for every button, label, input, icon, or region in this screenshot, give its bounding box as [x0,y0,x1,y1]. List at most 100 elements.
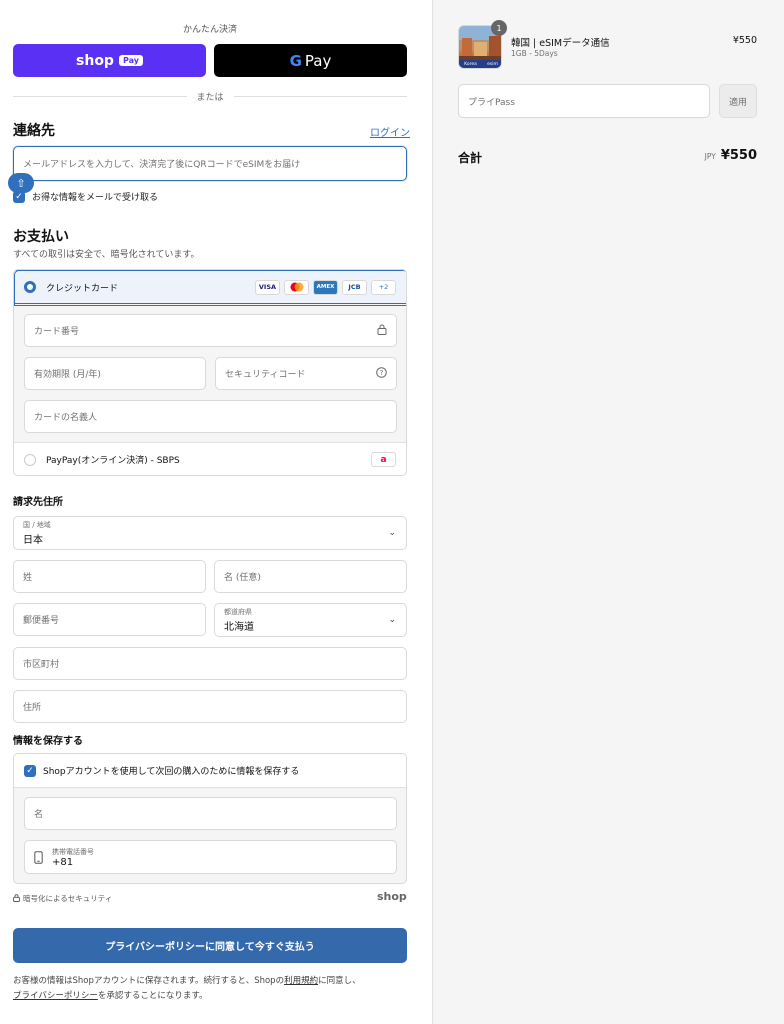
expiry-placeholder: 有効期限 (月/年) [34,370,101,380]
svg-text:?: ? [380,369,384,377]
terms-link[interactable]: 利用規約 [284,976,318,986]
legal-text-1: お客様の情報はShopアカウントに保存されます。続行すると、Shopの [13,976,285,986]
prefecture-value: 北海道 [224,622,254,633]
card-number-placeholder: カード番号 [34,327,80,337]
lock-icon [13,893,20,904]
amex-icon: AMEX [313,279,338,295]
phone-input[interactable]: 携帯電話番号 +81 [24,840,397,874]
credit-card-radio[interactable] [24,281,36,293]
privacy-policy-link[interactable]: プライバシーポリシー [13,991,98,1001]
last-name-input[interactable]: 姓 [13,560,206,593]
chevron-down-icon: ⌄ [388,528,396,538]
lock-icon [377,324,387,338]
payment-title: お支払い [13,229,69,245]
save-name-input[interactable]: 名 [24,797,397,830]
more-cards-badge: +2 [371,279,396,295]
save-name-placeholder: 名 [34,810,44,820]
postal-code-placeholder: 郵便番号 [23,616,60,626]
divider-label: または [196,92,224,103]
email-input[interactable]: メールアドレスを入力して、決済完了後にQRコードでeSIMをお届け [13,146,407,181]
phone-field-content: 携帯電話番号 +81 [52,847,94,868]
city-input[interactable]: 市区町村 [13,647,407,680]
cvc-placeholder: セキュリティコード [225,370,306,380]
shop-account-checkbox[interactable]: ✓ [24,764,36,777]
city-placeholder: 市区町村 [23,660,60,670]
divider-line [13,95,187,97]
secure-note: 暗号化によるセキュリティ [13,893,112,904]
card-brand-logos: VISA AMEX JCB +2 [255,279,396,295]
total-currency: JPY [704,152,716,161]
secure-text: 暗号化によるセキュリティ [23,894,113,903]
or-divider: または [13,89,408,103]
save-info-box: ✓ Shopアカウントを使用して次回の購入のために情報を保存する 名 携帯電話番… [13,753,407,884]
apply-discount-button[interactable]: 適用 [719,84,757,118]
cardholder-name-input[interactable]: カードの名義人 [24,400,397,433]
paypay-radio[interactable] [24,453,36,466]
shop-account-label: Shopアカウントを使用して次回の購入のために情報を保存する [43,767,300,777]
total-amount-group: JPY ¥550 [650,148,757,163]
discount-code-input[interactable]: プライPass [458,84,710,118]
paypay-option[interactable]: PayPay(オンライン決済) - SBPS a [14,442,406,475]
first-name-input[interactable]: 名 (任意) [214,560,407,593]
country-label: 国 / 地域 [23,521,51,529]
google-pay-button[interactable]: G Pay [214,44,407,77]
first-name-placeholder: 名 (任意) [224,573,261,583]
payment-method-box: クレジットカード VISA AMEX JCB +2 カード番号 有効期限 (月/… [13,269,407,476]
total-amount: ¥550 [720,148,757,163]
cvc-input[interactable]: セキュリティコード ? [215,357,397,390]
country-value: 日本 [23,535,43,546]
total-label: 合計 [458,151,483,165]
card-number-input[interactable]: カード番号 [24,314,397,347]
shop-account-opt-in[interactable]: ✓ Shopアカウントを使用して次回の購入のために情報を保存する [14,754,406,788]
save-info-title: 情報を保存する [13,736,83,747]
payment-subtitle: すべての取引は安全で、暗号化されています。 [13,250,200,260]
legal-text-3: を承認することになります。 [97,991,208,1001]
express-checkout-label: かんたん決済 [182,25,237,35]
paypay-icon: a [371,452,396,467]
google-pay-wordmark: Pay [304,51,332,70]
quantity-badge: 1 [491,20,507,36]
address-input[interactable]: 住所 [13,690,407,723]
thumbnail-label-right: esim [487,61,498,67]
last-name-placeholder: 姓 [23,573,33,583]
credit-card-label: クレジットカード [46,283,119,294]
billing-title: 請求先住所 [13,497,63,508]
product-price: ¥550 [732,35,757,46]
discount-placeholder: プライPass [468,97,515,108]
prefecture-select[interactable]: 都道府県 北海道 ⌄ [214,603,407,637]
address-placeholder: 住所 [23,703,42,713]
divider-line [233,95,408,97]
email-placeholder: メールアドレスを入力して、決済完了後にQRコードでeSIMをお届け [23,160,301,170]
shop-logo: shop [377,890,407,903]
help-circle-icon[interactable]: ? [376,366,387,381]
google-g-icon: G [289,51,302,70]
product-variant: 1GB - 5Days [511,49,558,58]
login-link[interactable]: ログイン [370,124,410,139]
marketing-opt-in[interactable]: ✓ お得な情報をメールで受け取る [13,190,158,203]
chevron-down-icon: ⌄ [388,615,396,625]
marketing-label: お得な情報をメールで受け取る [32,193,159,203]
mastercard-icon [284,279,309,295]
jcb-icon: JCB [342,279,367,295]
phone-label: 携帯電話番号 [52,847,94,856]
cardholder-name-placeholder: カードの名義人 [34,413,98,423]
checkout-main: かんたん決済 shop Pay G Pay または 連絡先 ログイン メールアド… [0,0,432,1024]
contact-title: 連絡先 [13,123,55,139]
thumbnail-band: Korea esim [459,60,501,68]
legal-notice: お客様の情報はShopアカウントに保存されます。続行すると、Shopの利用規約に… [13,974,413,1004]
shop-pay-wordmark: shop [76,52,114,69]
shop-autofill-icon[interactable]: ⇧ [8,173,34,193]
product-name: 韓国 | eSIMデータ通信 [511,38,610,49]
prefecture-label: 都道府県 [224,608,252,616]
postal-code-input[interactable]: 郵便番号 [13,603,206,636]
credit-card-option[interactable]: クレジットカード VISA AMEX JCB +2 [14,270,406,304]
legal-text-2: に同意し、 [318,976,361,986]
phone-value: +81 [52,856,74,868]
shop-pay-button[interactable]: shop Pay [13,44,206,77]
shop-pay-badge: Pay [118,55,143,66]
visa-icon: VISA [255,279,280,295]
country-select[interactable]: 国 / 地域 日本 ⌄ [13,516,407,550]
paypay-label: PayPay(オンライン決済) - SBPS [46,456,180,466]
expiry-input[interactable]: 有効期限 (月/年) [24,357,206,390]
pay-now-button[interactable]: プライバシーポリシーに同意して今すぐ支払う [13,928,407,963]
